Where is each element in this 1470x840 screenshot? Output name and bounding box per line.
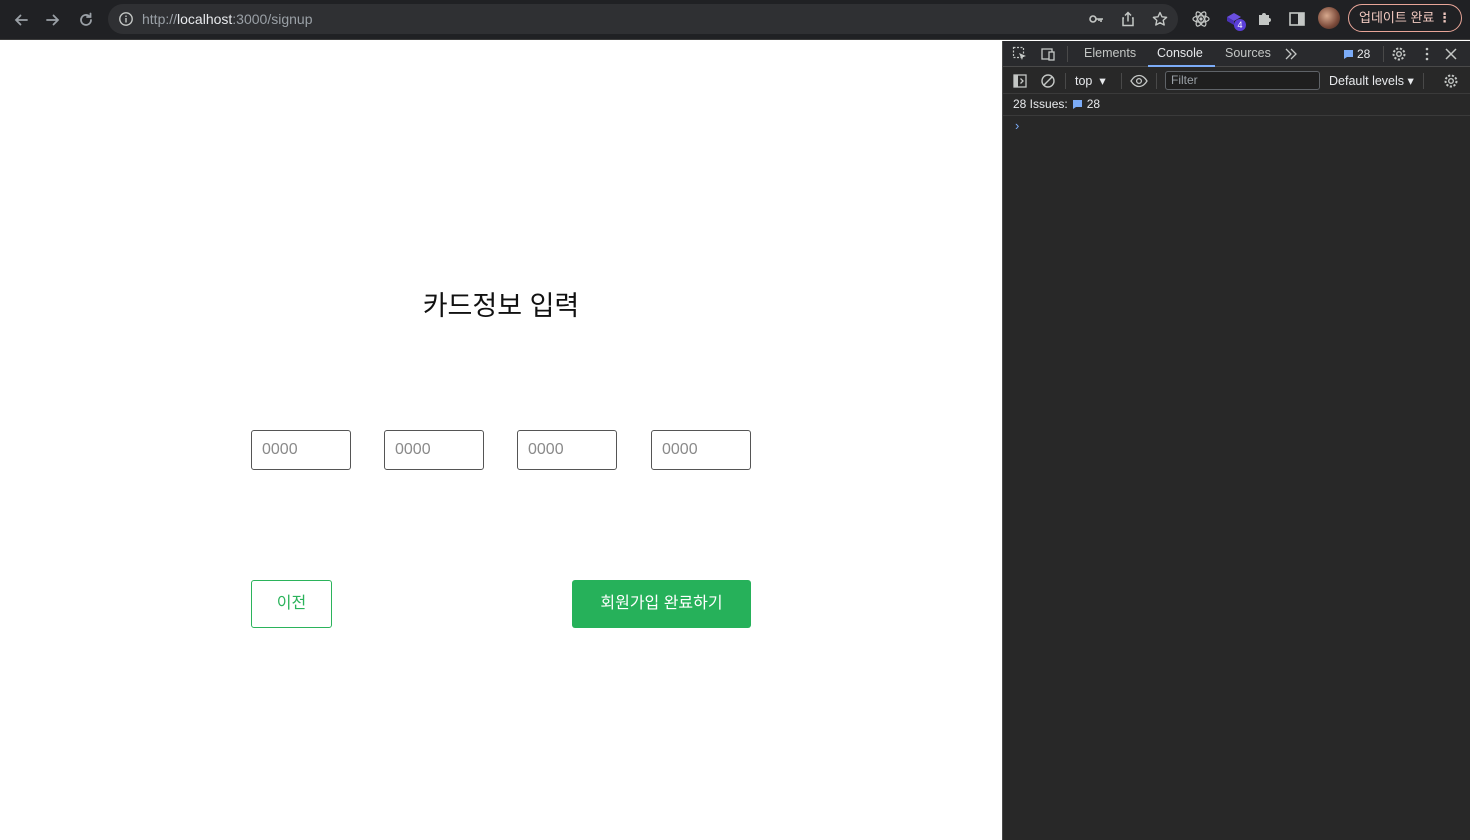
active-tab-indicator	[1148, 65, 1215, 67]
inspect-element-icon[interactable]	[1012, 46, 1028, 62]
update-label: 업데이트 완료	[1359, 10, 1435, 25]
kebab-menu-icon[interactable]	[1419, 46, 1435, 62]
issues-bar[interactable]: 28 Issues: 28	[1013, 97, 1100, 111]
side-panel-icon[interactable]	[1287, 9, 1307, 29]
console-filter-input[interactable]: Filter	[1165, 71, 1320, 90]
divider	[1003, 115, 1470, 116]
tab-sources[interactable]: Sources	[1225, 46, 1271, 60]
share-icon[interactable]	[1120, 11, 1136, 27]
signup-page: 카드정보 입력 이전 회원가입 완료하기	[0, 41, 1002, 840]
profile-avatar[interactable]	[1318, 7, 1340, 29]
separator	[1067, 46, 1068, 62]
clear-console-icon[interactable]	[1040, 73, 1056, 89]
site-info-icon[interactable]	[118, 11, 134, 27]
separator	[1065, 73, 1066, 89]
prev-button[interactable]: 이전	[251, 580, 332, 628]
message-icon	[1344, 49, 1353, 59]
bookmark-star-icon[interactable]	[1152, 11, 1168, 27]
menu-dots-icon[interactable]: ⋮	[1438, 5, 1451, 30]
messages-count[interactable]: 28	[1343, 47, 1370, 61]
console-settings-gear-icon[interactable]	[1443, 73, 1459, 89]
reload-icon[interactable]	[74, 8, 98, 32]
device-toolbar-icon[interactable]	[1040, 46, 1056, 62]
console-toolbar: top ▾ Filter Default levels ▾	[1003, 68, 1470, 94]
address-bar[interactable]: http://localhost:3000/signup	[108, 4, 1178, 34]
close-icon[interactable]	[1443, 46, 1459, 62]
settings-gear-icon[interactable]	[1391, 46, 1407, 62]
update-button[interactable]: 업데이트 완료 ⋮	[1348, 4, 1462, 32]
tab-console[interactable]: Console	[1157, 46, 1203, 60]
forward-arrow-icon[interactable]	[41, 8, 65, 32]
context-select[interactable]: top ▾	[1075, 73, 1106, 88]
more-tabs-chevron-icon[interactable]	[1283, 46, 1299, 62]
dropdown-arrow-icon: ▾	[1407, 74, 1414, 88]
devtools-tab-bar: Elements Console Sources 28	[1003, 41, 1470, 67]
separator	[1121, 73, 1122, 89]
separator	[1156, 73, 1157, 89]
url-text: http://localhost:3000/signup	[142, 11, 313, 27]
devtools-panel: Elements Console Sources 28 top ▾ Filter…	[1002, 41, 1470, 840]
page-title: 카드정보 입력	[422, 291, 580, 321]
dropdown-arrow-icon: ▾	[1099, 74, 1106, 88]
issues-count: 28	[1086, 97, 1101, 111]
react-devtools-icon[interactable]	[1191, 9, 1211, 29]
message-icon	[1072, 99, 1082, 109]
browser-toolbar: http://localhost:3000/signup 4 업데이트 완료 ⋮	[0, 0, 1470, 40]
card-number-input-4[interactable]	[651, 430, 751, 470]
live-expression-eye-icon[interactable]	[1130, 73, 1148, 89]
extensions-puzzle-icon[interactable]	[1255, 9, 1275, 29]
log-levels-select[interactable]: Default levels ▾	[1329, 73, 1414, 88]
card-number-input-3[interactable]	[517, 430, 617, 470]
console-prompt[interactable]: ›	[1015, 118, 1019, 133]
sidebar-toggle-icon[interactable]	[1012, 73, 1028, 89]
separator	[1383, 46, 1384, 62]
back-arrow-icon[interactable]	[9, 8, 33, 32]
complete-signup-button[interactable]: 회원가입 완료하기	[572, 580, 751, 628]
separator	[1423, 73, 1424, 89]
extension-badge: 4	[1234, 19, 1246, 31]
card-number-input-1[interactable]	[251, 430, 351, 470]
issues-label: 28 Issues:	[1013, 97, 1068, 111]
tab-elements[interactable]: Elements	[1084, 46, 1136, 60]
key-icon[interactable]	[1088, 11, 1104, 27]
card-number-input-2[interactable]	[384, 430, 484, 470]
